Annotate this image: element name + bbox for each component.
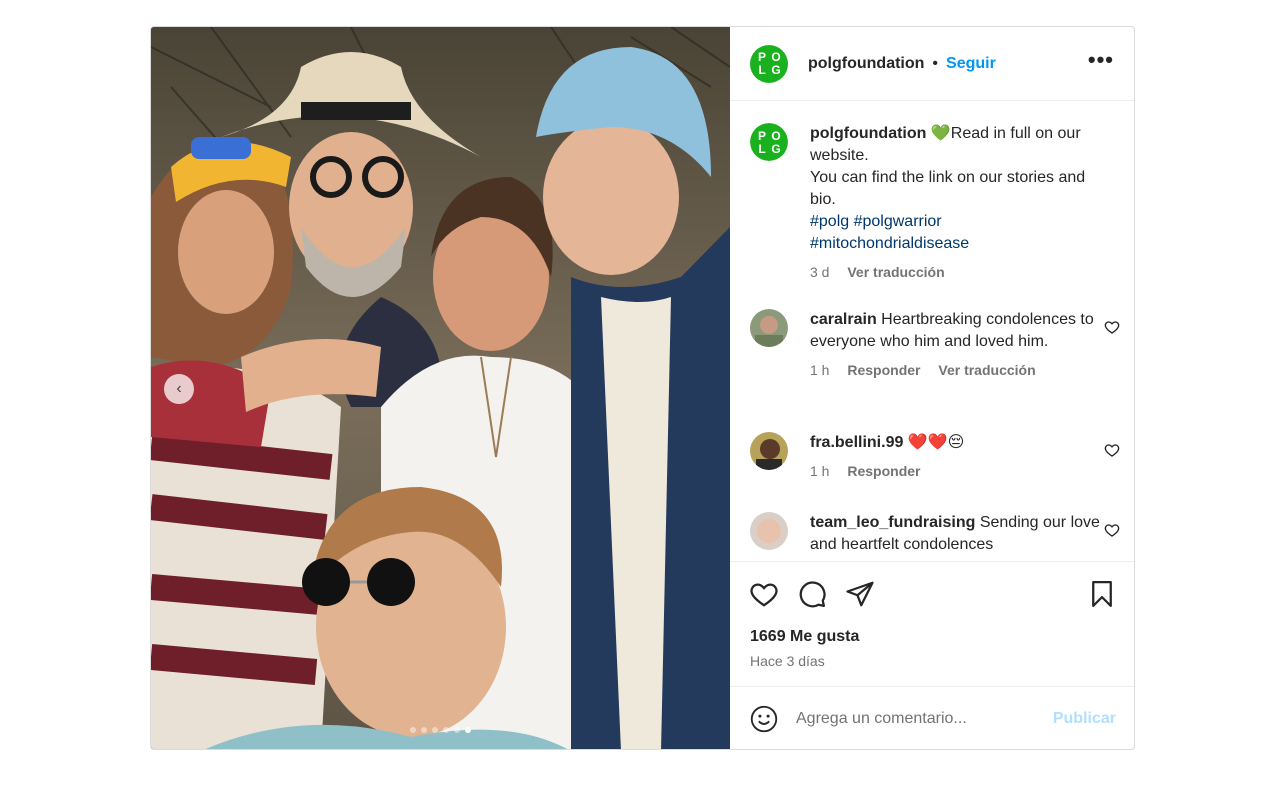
caption-time: 3 d <box>810 264 830 280</box>
more-options-icon[interactable]: ••• <box>1088 49 1114 71</box>
post-header: P O L G polgfoundation • Seguir ••• <box>730 27 1134 101</box>
comments-list[interactable]: P O L G polgfoundation 💚Read in full on … <box>730 101 1134 561</box>
publish-button[interactable]: Publicar <box>1053 710 1116 728</box>
share-paper-plane-icon[interactable] <box>845 579 875 609</box>
green-heart-emoji: 💚 <box>930 125 951 142</box>
carousel-dot <box>454 727 460 733</box>
translate-button[interactable]: Ver traducción <box>847 264 944 280</box>
avatar-letter: G <box>771 63 781 77</box>
caption-meta: 3 d Ver traducción <box>810 263 1105 281</box>
like-comment-icon[interactable] <box>1104 319 1120 335</box>
account-username[interactable]: polgfoundation <box>808 55 924 73</box>
account-avatar[interactable]: P O L G <box>750 44 788 83</box>
emoji-icon[interactable] <box>750 705 778 733</box>
caption-body: polgfoundation 💚Read in full on our webs… <box>810 123 1105 281</box>
comment-body: caralrain Heartbreaking condolences to e… <box>810 309 1105 379</box>
carousel-dot <box>410 727 416 733</box>
chevron-left-icon: ‹ <box>176 380 182 397</box>
avatar-letter: G <box>771 141 781 156</box>
separator-dot: • <box>932 54 939 72</box>
translate-button[interactable]: Ver traducción <box>938 362 1035 378</box>
account-avatar: P O L G <box>750 123 788 161</box>
avatar-letter: O <box>771 50 781 64</box>
comment-input[interactable] <box>796 707 1036 731</box>
caption-hashtags-2[interactable]: #mitochondrialdisease <box>810 233 1105 255</box>
comment-username[interactable]: caralrain <box>810 311 877 328</box>
carousel-prev-button[interactable]: ‹ <box>164 374 194 404</box>
comment-time: 1 h <box>810 362 830 378</box>
comment-username[interactable]: fra.bellini.99 <box>810 434 903 451</box>
avatar-letter: P <box>757 128 766 143</box>
post-actions: 1669 Me gusta Hace 3 días <box>730 561 1134 687</box>
like-comment-icon[interactable] <box>1104 442 1120 458</box>
avatar-letter: P <box>757 50 766 64</box>
commenter-avatar[interactable] <box>750 432 788 470</box>
avatar-letter: O <box>771 128 781 143</box>
likes-count[interactable]: 1669 Me gusta <box>750 628 859 646</box>
save-bookmark-icon[interactable] <box>1087 579 1117 609</box>
caption-username[interactable]: polgfoundation <box>810 125 926 142</box>
comment-body: fra.bellini.99 ❤️❤️😔 1 h Responder <box>810 432 1105 480</box>
like-heart-icon[interactable] <box>749 579 779 609</box>
post-photo[interactable]: ‹ <box>151 27 730 749</box>
comment-meta: 1 h Responder Ver traducción <box>810 361 1105 379</box>
like-comment-icon[interactable] <box>1104 522 1120 538</box>
comment-body: team_leo_fundraising Sending our love an… <box>810 512 1105 556</box>
carousel-dot <box>443 727 449 733</box>
post-side-panel: P O L G polgfoundation • Seguir ••• P O … <box>730 27 1134 749</box>
comment-composer: Publicar <box>730 687 1134 749</box>
caption-avatar[interactable]: P O L G <box>750 123 788 161</box>
reply-button[interactable]: Responder <box>847 362 920 378</box>
reply-button[interactable]: Responder <box>847 463 920 479</box>
carousel-indicator <box>151 727 730 733</box>
comment-username[interactable]: team_leo_fundraising <box>810 514 975 531</box>
comment-bubble-icon[interactable] <box>797 579 827 609</box>
carousel-dot-active <box>465 727 471 733</box>
carousel-dot <box>432 727 438 733</box>
comment-text: ❤️❤️😔 <box>907 434 965 451</box>
carousel-dot <box>421 727 427 733</box>
post-date: Hace 3 días <box>750 653 825 669</box>
comment-meta: 1 h Responder <box>810 462 1105 480</box>
post-card: ‹ P O L G polgfoundation • Seguir ••• P … <box>150 26 1135 750</box>
avatar-letter: L <box>758 63 766 77</box>
avatar-letter: L <box>758 141 766 156</box>
follow-button[interactable]: Seguir <box>946 55 996 73</box>
commenter-avatar[interactable] <box>750 512 788 550</box>
comment-time: 1 h <box>810 463 830 479</box>
commenter-avatar[interactable] <box>750 309 788 347</box>
caption-hashtags-1[interactable]: #polg #polgwarrior <box>810 211 1105 233</box>
caption-line-2: You can find the link on our stories and… <box>810 169 1086 208</box>
group-photo-image <box>151 27 730 749</box>
